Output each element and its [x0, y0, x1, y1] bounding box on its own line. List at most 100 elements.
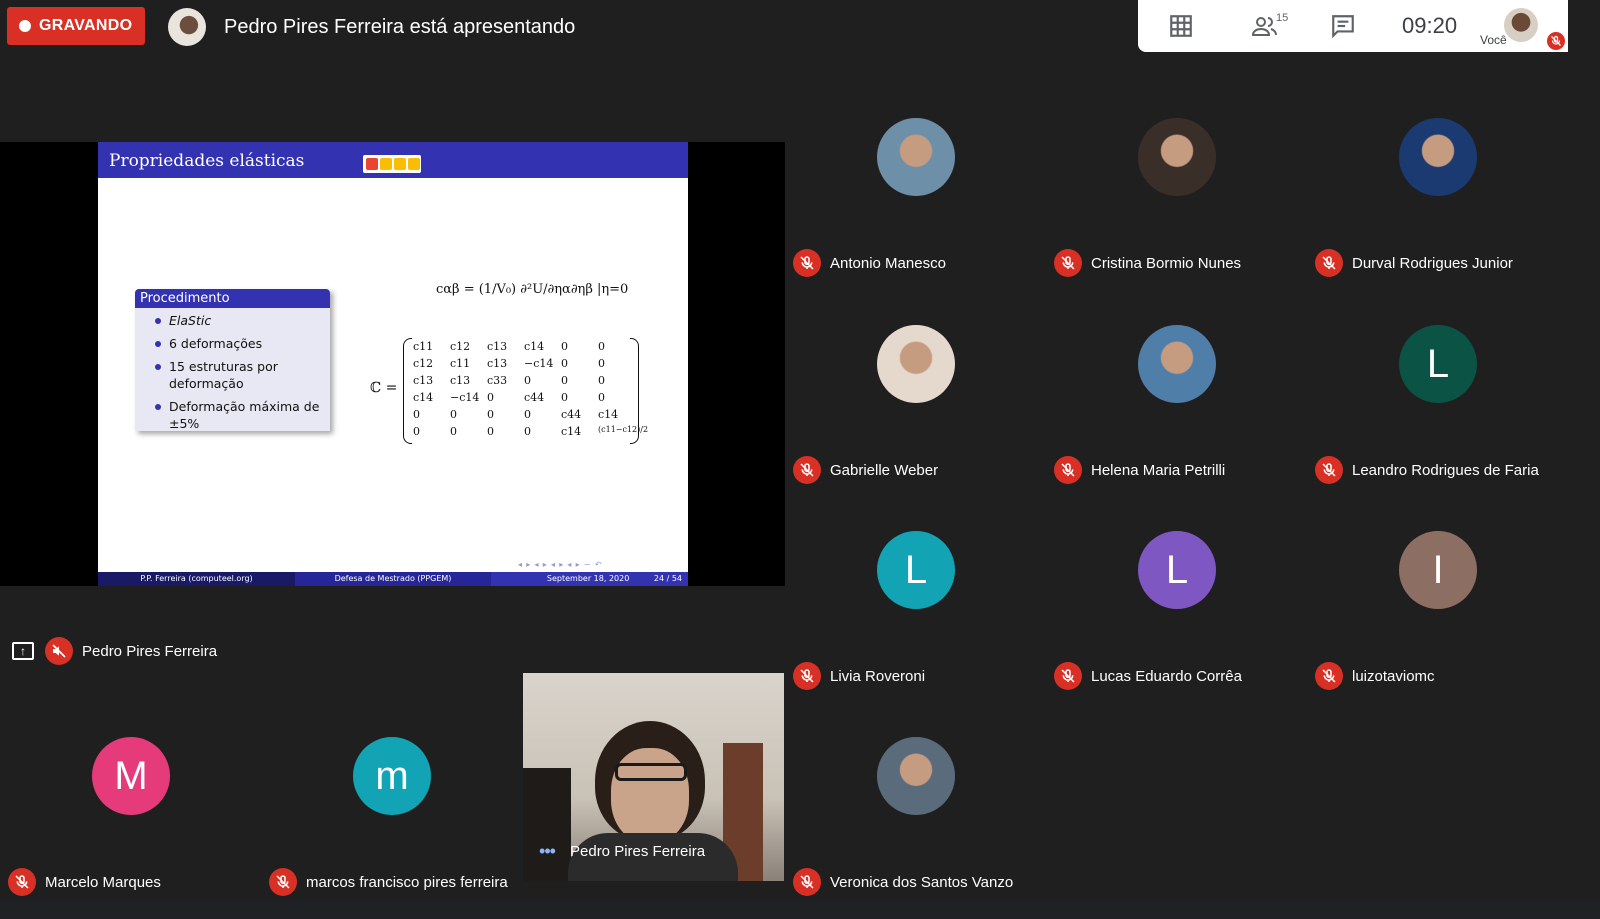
- muted-mic-icon: [793, 249, 821, 277]
- window-icon: [408, 158, 420, 170]
- participant-tile[interactable]: L Leandro Rodrigues de Faria: [1307, 301, 1568, 507]
- matrix-cell: 0: [524, 408, 531, 421]
- matrix-cell: −c14: [524, 357, 554, 370]
- matrix-cell: c44: [561, 408, 582, 421]
- footer-page: 24 / 54: [653, 574, 682, 583]
- participant-tile[interactable]: Cristina Bormio Nunes: [1046, 94, 1307, 300]
- matrix-cell: c14: [561, 425, 582, 438]
- matrix-cell: 0: [598, 357, 605, 370]
- participant-name: Gabrielle Weber: [830, 461, 939, 479]
- participant-avatar: [1138, 118, 1216, 196]
- mic-icon: [394, 158, 406, 170]
- muted-mic-icon: [1315, 662, 1343, 690]
- participant-tile[interactable]: Antonio Manesco: [785, 94, 1046, 300]
- participant-tile[interactable]: Durval Rodrigues Junior: [1307, 94, 1568, 300]
- matrix-cell: 0: [561, 391, 568, 404]
- participant-tile[interactable]: Iluizotaviomc: [1307, 507, 1568, 713]
- participant-tile[interactable]: L Livia Roveroni: [785, 507, 1046, 713]
- avatar-initial: M: [114, 753, 148, 798]
- matrix-label: ℂ =: [370, 380, 398, 396]
- participant-tile[interactable]: Veronica dos Santos Vanzo: [785, 713, 1046, 919]
- participant-label: Helena Maria Petrilli: [1054, 456, 1225, 484]
- matrix-cell: 0: [413, 425, 420, 438]
- footer-date-page: September 18, 2020 24 / 54: [491, 572, 688, 586]
- participant-name: Helena Maria Petrilli: [1091, 461, 1226, 479]
- matrix-cell: c12: [450, 340, 471, 353]
- participant-name: Lucas Eduardo Corrêa: [1091, 667, 1242, 685]
- self-label: Você: [1480, 33, 1507, 47]
- presentation-tile[interactable]: Propriedades elásticas Procedimento ElaS…: [0, 142, 785, 586]
- muted-mic-icon: [1054, 249, 1082, 277]
- presenter-camera-tile[interactable]: ••• Pedro Pires Ferreira: [523, 673, 784, 881]
- participants-count: 15: [1276, 12, 1289, 24]
- presenting-text: Pedro Pires Ferreira está apresentando: [224, 16, 576, 38]
- camera-icon: [380, 158, 392, 170]
- bullet-item: 6 deformações: [149, 335, 324, 352]
- participant-tile[interactable]: L Lucas Eduardo Corrêa: [1046, 507, 1307, 713]
- camera-tile-label: ••• Pedro Pires Ferreira: [533, 841, 705, 862]
- self-avatar[interactable]: [1504, 8, 1538, 42]
- bullet-item: ElaStic: [149, 312, 324, 329]
- camera-bookshelf: [523, 768, 571, 881]
- participant-label: Durval Rodrigues Junior: [1315, 249, 1513, 277]
- participant-tile[interactable]: m marcos francisco pires ferreira: [261, 713, 522, 919]
- meeting-clock: 09:20: [1402, 13, 1458, 38]
- muted-mic-icon: [793, 868, 821, 896]
- speaker-muted-icon: [45, 637, 73, 665]
- matrix-cell: c13: [450, 374, 471, 387]
- participant-name: marcos francisco pires ferreira: [306, 873, 508, 891]
- slide-header: Propriedades elásticas: [98, 142, 688, 178]
- participant-label: Lucas Eduardo Corrêa: [1054, 662, 1242, 690]
- matrix-cell: c44: [524, 391, 545, 404]
- footer-author: P.P. Ferreira (computeel.org): [98, 572, 295, 586]
- avatar-initial: m: [375, 753, 409, 798]
- participant-label: Cristina Bormio Nunes: [1054, 249, 1241, 277]
- block-body: ElaStic 6 deformações 15 estruturas por …: [135, 308, 330, 431]
- avatar-initial: L: [1426, 341, 1450, 386]
- avatar-initial: L: [904, 547, 928, 592]
- footer-date: September 18, 2020: [546, 574, 630, 583]
- matrix-cell: 0: [561, 374, 568, 387]
- participant-name: Antonio Manesco: [830, 254, 946, 272]
- participant-name: Marcelo Marques: [45, 873, 161, 891]
- matrix-cell: 0: [598, 391, 605, 404]
- participant-label: Leandro Rodrigues de Faria: [1315, 456, 1539, 484]
- participant-tile[interactable]: Gabrielle Weber: [785, 301, 1046, 507]
- matrix-cell: 0: [524, 425, 531, 438]
- participant-avatar: [877, 325, 955, 403]
- matrix-cell: 0: [561, 357, 568, 370]
- matrix-cell: 0: [561, 340, 568, 353]
- participants-icon[interactable]: [1251, 13, 1279, 39]
- grid-layout-icon[interactable]: [1168, 13, 1196, 39]
- participant-avatar: [877, 737, 955, 815]
- muted-mic-icon: [1315, 456, 1343, 484]
- matrix-cell: c11: [450, 357, 471, 370]
- avatar-initial: L: [1165, 547, 1189, 592]
- matrix-cell: 0: [598, 374, 605, 387]
- chat-icon[interactable]: [1330, 13, 1358, 39]
- matrix-cell: 0: [450, 425, 457, 438]
- slide-toolbar: [363, 155, 421, 173]
- participant-label: Antonio Manesco: [793, 249, 946, 277]
- muted-mic-icon: [1054, 662, 1082, 690]
- matrix-cell: 0: [524, 374, 531, 387]
- camera-person-glasses: [615, 763, 687, 781]
- block-title: Procedimento: [135, 289, 330, 308]
- muted-mic-icon: [793, 662, 821, 690]
- slide-title: Propriedades elásticas: [109, 151, 305, 171]
- camera-participant-name: Pedro Pires Ferreira: [570, 843, 706, 860]
- participant-label: Livia Roveroni: [793, 662, 925, 690]
- participant-avatar: [877, 118, 955, 196]
- matrix-cell: c14: [413, 391, 434, 404]
- participant-tile[interactable]: M Marcelo Marques: [0, 713, 261, 919]
- participant-label: Veronica dos Santos Vanzo: [793, 868, 1013, 896]
- present-screen-icon: ↑: [12, 642, 34, 660]
- participant-name: Livia Roveroni: [830, 667, 926, 685]
- participant-label: Gabrielle Weber: [793, 456, 938, 484]
- speaking-indicator-icon: •••: [539, 841, 556, 861]
- self-muted-mic-icon: [1547, 32, 1565, 50]
- participant-avatar: [1138, 325, 1216, 403]
- participant-avatar: I: [1399, 531, 1477, 609]
- browser-icon: [366, 158, 378, 170]
- participant-tile[interactable]: Helena Maria Petrilli: [1046, 301, 1307, 507]
